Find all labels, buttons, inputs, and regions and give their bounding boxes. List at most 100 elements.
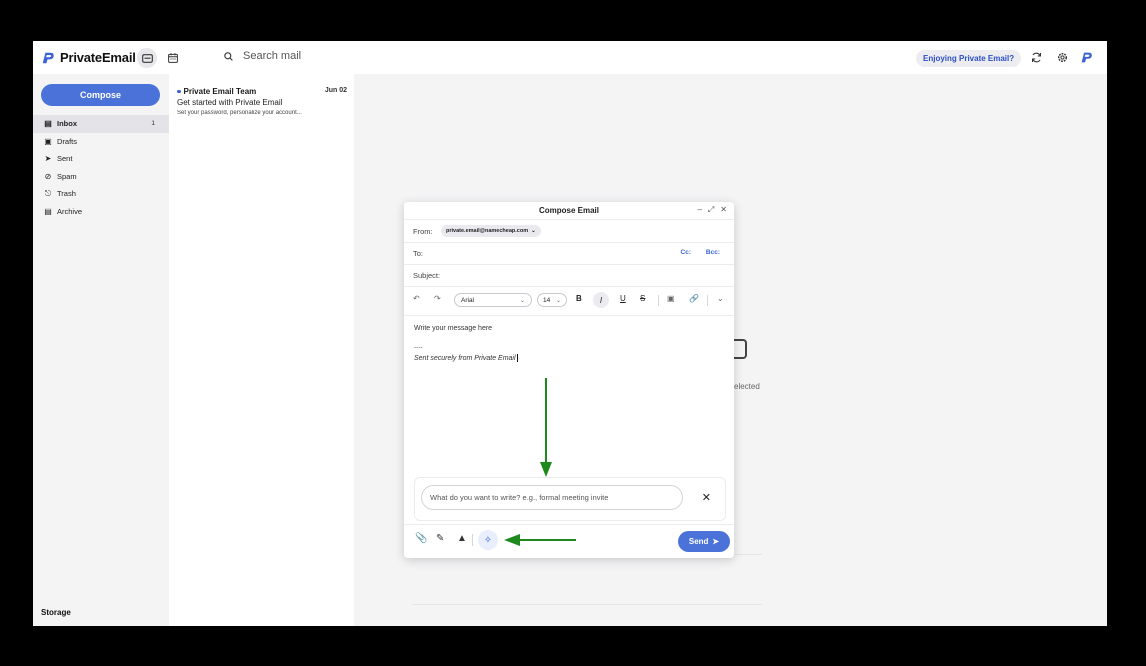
compose-title: Compose Email <box>538 206 599 215</box>
ai-prompt-input[interactable]: What do you want to write? e.g., formal … <box>421 485 683 510</box>
compose-dialog: Compose Email – ⤢ ✕ From: private.email@… <box>404 202 734 558</box>
sender-name: Private Email Team <box>183 87 257 96</box>
trash-icon: ⎋ <box>44 188 52 198</box>
window-controls: – ⤢ ✕ <box>697 205 727 215</box>
list-item[interactable]: Private Email Team Jun 02 Get started wi… <box>177 87 347 116</box>
mail-tab[interactable] <box>137 48 157 68</box>
enjoying-badge[interactable]: Enjoying Private Email? <box>916 50 1022 67</box>
message-body[interactable]: Write your message here <box>414 325 492 332</box>
account-button[interactable] <box>1078 49 1094 65</box>
mail-icon <box>141 53 153 63</box>
sparkle-icon: ✧ <box>483 534 493 546</box>
archive-icon: ▤ <box>44 206 52 216</box>
message-preview: Set your password, personalize your acco… <box>177 110 302 116</box>
to-label: To: <box>413 249 424 258</box>
sidebar-item-archive[interactable]: ▤ Archive <box>33 203 169 221</box>
subject-row[interactable]: Subject: <box>404 264 734 287</box>
message-subject: Get started with Private Email <box>177 98 283 107</box>
compose-button[interactable]: Compose <box>41 84 160 106</box>
sidebar-item-drafts[interactable]: ▣ Drafts <box>33 133 169 151</box>
search-input[interactable]: Search mail <box>243 50 301 62</box>
message-date: Jun 02 <box>324 87 347 94</box>
sidebar-item-trash[interactable]: ⎋ Trash <box>33 185 169 203</box>
privateemail-logo-icon <box>42 52 54 63</box>
font-family-select[interactable]: Arial ⌄ <box>454 293 532 307</box>
send-icon: ➤ <box>712 537 720 546</box>
strikethrough-icon[interactable]: S <box>640 294 645 303</box>
bold-icon[interactable]: B <box>576 294 582 303</box>
bcc-button[interactable]: Bcc: <box>706 249 720 256</box>
sidebar-item-label: Drafts <box>57 136 78 146</box>
divider <box>707 295 708 306</box>
sidebar-item-inbox[interactable]: ▤ Inbox 1 <box>33 115 169 133</box>
from-label: From: <box>413 227 433 236</box>
gear-icon <box>1057 52 1067 62</box>
compose-header: Compose Email – ⤢ ✕ <box>404 202 734 220</box>
chevron-down-icon: ⌄ <box>555 297 561 304</box>
unread-dot <box>177 89 181 94</box>
subject-label: Subject: <box>413 271 441 280</box>
search-bar[interactable]: Search mail <box>224 50 301 62</box>
undo-icon[interactable]: ↶ <box>413 294 420 303</box>
chevron-down-icon[interactable]: ⌄ <box>717 294 724 303</box>
expand-icon[interactable]: ⤢ <box>708 205 714 215</box>
link-icon[interactable]: 🔗 <box>689 294 699 303</box>
sidebar-item-spam[interactable]: ⊘ Spam <box>33 168 169 186</box>
cc-button[interactable]: Cc: <box>681 249 691 256</box>
signature: Sent securely from Private Email <box>414 354 518 362</box>
folder-nav: ▤ Inbox 1 ▣ Drafts ➤ Sent ⊘ Spam ⎋ Trash… <box>33 115 169 220</box>
ai-assist-button[interactable]: ✧ <box>478 530 498 550</box>
divider <box>658 295 659 306</box>
calendar-icon <box>168 53 178 63</box>
message-sender: Private Email Team <box>177 87 347 96</box>
sent-icon: ➤ <box>44 154 52 164</box>
italic-icon[interactable]: I <box>593 292 609 308</box>
message-list: Private Email Team Jun 02 Get started wi… <box>169 74 354 626</box>
search-icon <box>224 51 233 61</box>
attachment-icon[interactable]: 📎 <box>415 533 427 544</box>
divider <box>472 534 473 546</box>
settings-button[interactable] <box>1054 49 1070 65</box>
redo-icon[interactable]: ↷ <box>434 294 441 303</box>
compose-footer: 📎 ✎ ▲ ✧ Send ➤ <box>404 524 734 558</box>
image-icon[interactable]: ▣ <box>667 294 675 303</box>
sidebar-item-label: Archive <box>57 206 83 216</box>
from-select[interactable]: private.email@namecheap.com ⌄ <box>441 225 541 237</box>
close-icon[interactable]: ✕ <box>702 491 711 504</box>
send-button[interactable]: Send ➤ <box>678 531 730 552</box>
to-row[interactable]: To: Cc: Bcc: <box>404 242 734 265</box>
font-value: Arial <box>461 296 475 304</box>
calendar-tab[interactable] <box>164 48 182 68</box>
ai-writer-panel: What do you want to write? e.g., formal … <box>414 477 726 521</box>
privateemail-logo-icon <box>1081 52 1092 62</box>
sync-button[interactable] <box>1028 49 1044 65</box>
text-caret <box>516 354 518 362</box>
inbox-icon: ▤ <box>44 119 52 129</box>
sidebar-item-sent[interactable]: ➤ Sent <box>33 150 169 168</box>
sidebar-item-label: Spam <box>57 171 77 181</box>
size-value: 14 <box>543 296 551 304</box>
sidebar-item-label: Trash <box>57 189 76 199</box>
underline-icon[interactable]: U <box>620 294 626 303</box>
app-name: PrivateEmail <box>60 50 136 65</box>
sidebar-item-label: Sent <box>57 154 73 164</box>
font-size-select[interactable]: 14 ⌄ <box>537 293 567 307</box>
template-icon[interactable]: ▲ <box>457 533 467 544</box>
sidebar-item-label: Inbox <box>57 119 77 129</box>
top-bar: PrivateEmail Search mail Enjoying Privat… <box>33 41 1107 74</box>
minimize-icon[interactable]: – <box>697 205 701 215</box>
unread-count: 1 <box>151 120 155 128</box>
app-logo[interactable]: PrivateEmail <box>41 50 136 65</box>
close-icon[interactable]: ✕ <box>720 205 727 215</box>
pen-icon[interactable]: ✎ <box>436 533 444 544</box>
sidebar: Compose ▤ Inbox 1 ▣ Drafts ➤ Sent ⊘ Spam… <box>33 74 169 626</box>
spam-icon: ⊘ <box>44 171 52 181</box>
formatting-toolbar: ↶ ↷ Arial ⌄ 14 ⌄ B I U S ▣ 🔗 ⌄ <box>404 287 734 316</box>
signature-text: Sent securely from Private Email <box>414 354 516 362</box>
send-label: Send <box>688 537 709 546</box>
drafts-icon: ▣ <box>44 136 52 146</box>
storage-label: Storage <box>41 608 71 617</box>
from-address: private.email@namecheap.com <box>446 228 529 234</box>
chevron-down-icon: ⌄ <box>531 228 536 234</box>
divider <box>412 604 762 605</box>
